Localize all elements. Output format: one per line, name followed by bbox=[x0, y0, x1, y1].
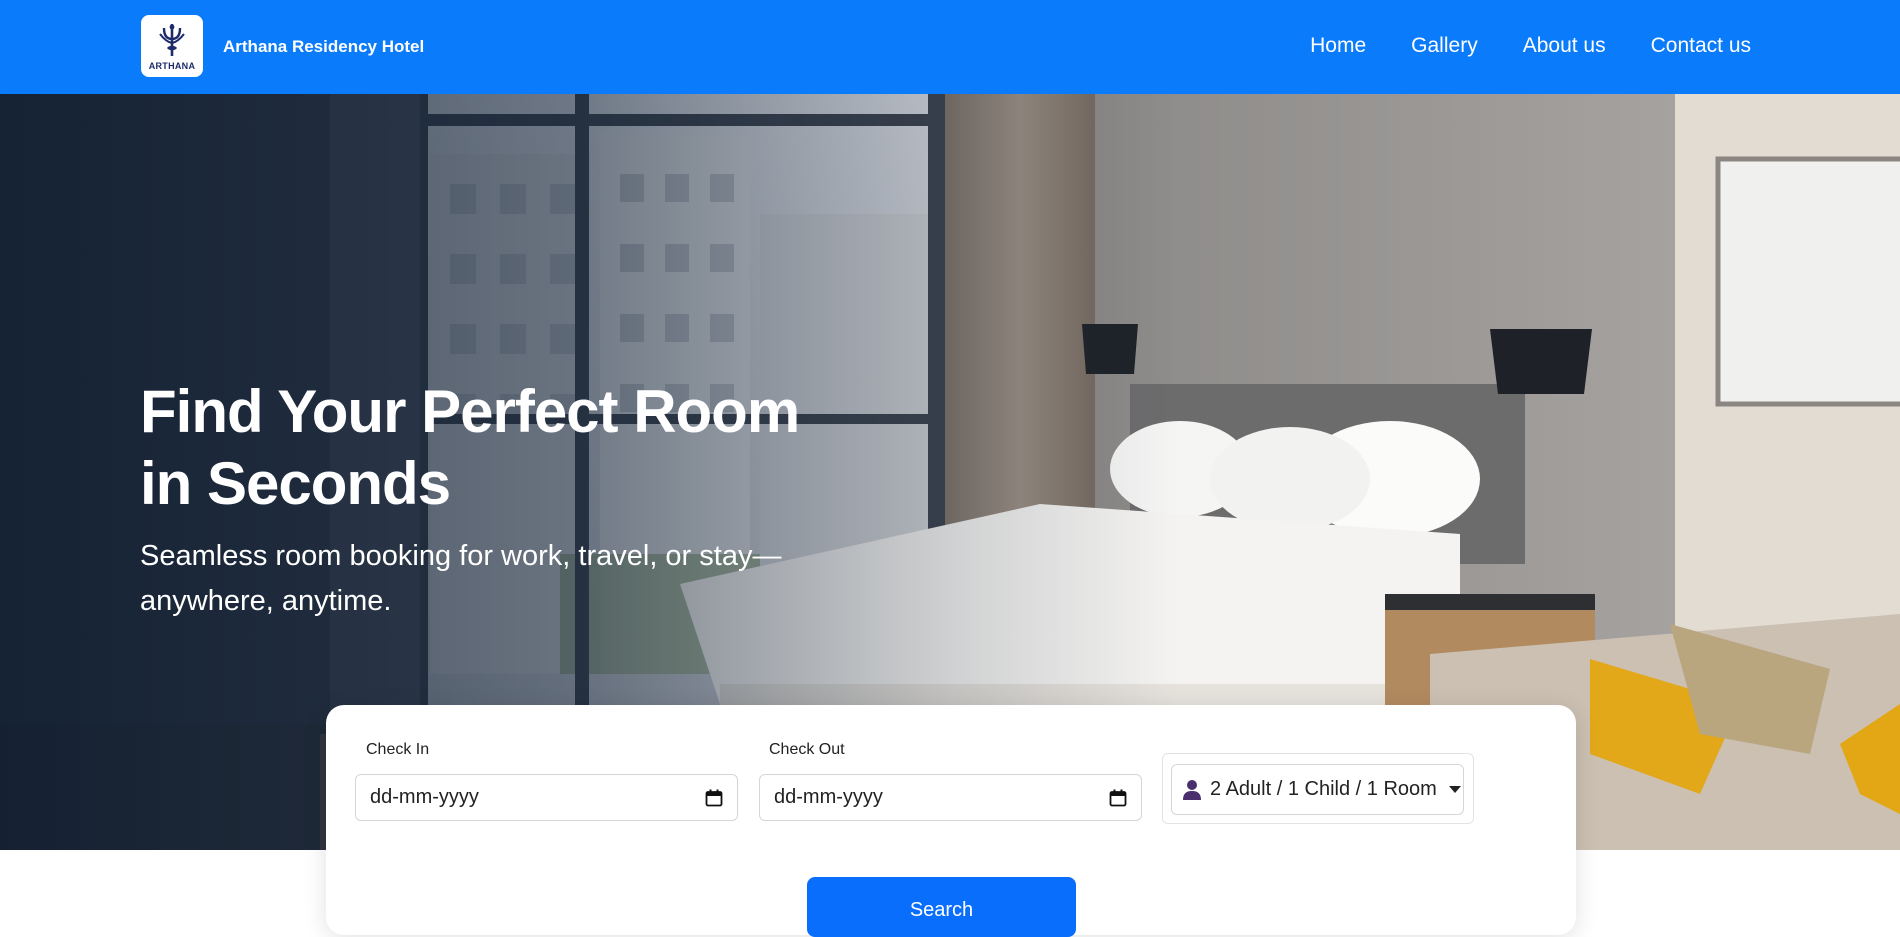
calendar-icon[interactable] bbox=[1109, 789, 1127, 807]
check-in-value: dd-mm-yyyy bbox=[370, 786, 479, 808]
check-out-input[interactable]: dd-mm-yyyy bbox=[759, 774, 1142, 821]
check-in-label: Check In bbox=[366, 741, 430, 758]
logo-text: ARTHANA bbox=[148, 60, 196, 71]
person-icon bbox=[1183, 779, 1201, 800]
brand-name[interactable]: Arthana Residency Hotel bbox=[223, 37, 424, 57]
check-in-input[interactable]: dd-mm-yyyy bbox=[355, 774, 738, 821]
trident-logo-icon bbox=[159, 23, 185, 56]
caret-down-icon[interactable] bbox=[1449, 786, 1461, 793]
check-out-label: Check Out bbox=[769, 741, 845, 758]
hero-title-line1: Find Your Perfect Room bbox=[140, 378, 800, 445]
hotel-logo[interactable]: ARTHANA bbox=[141, 15, 203, 77]
nav-gallery-link[interactable]: Gallery bbox=[1411, 34, 1478, 58]
guest-room-value: 2 Adult / 1 Child / 1 Room bbox=[1210, 778, 1437, 800]
nav-home-link[interactable]: Home bbox=[1310, 34, 1366, 58]
guest-room-select[interactable]: 2 Adult / 1 Child / 1 Room bbox=[1171, 764, 1464, 815]
calendar-icon[interactable] bbox=[705, 789, 723, 807]
nav-contact-link[interactable]: Contact us bbox=[1651, 34, 1751, 58]
nav-menu: Home Gallery About us Contact us bbox=[1310, 34, 1751, 58]
booking-form: Check In dd-mm-yyyy Check Out dd-mm-yyyy… bbox=[326, 705, 1576, 937]
guest-selector-wrapper: 2 Adult / 1 Child / 1 Room bbox=[1162, 753, 1474, 824]
hero-subtitle: Seamless room booking for work, travel, … bbox=[140, 540, 782, 617]
check-out-value: dd-mm-yyyy bbox=[774, 786, 883, 808]
navbar: ARTHANA Arthana Residency Hotel Home Gal… bbox=[0, 0, 1900, 94]
hero-title-line2: in Seconds bbox=[140, 450, 451, 517]
nav-about-link[interactable]: About us bbox=[1523, 34, 1606, 58]
search-button[interactable]: Search bbox=[807, 877, 1076, 937]
hero-title: Find Your Perfect Room in Seconds bbox=[140, 376, 860, 520]
